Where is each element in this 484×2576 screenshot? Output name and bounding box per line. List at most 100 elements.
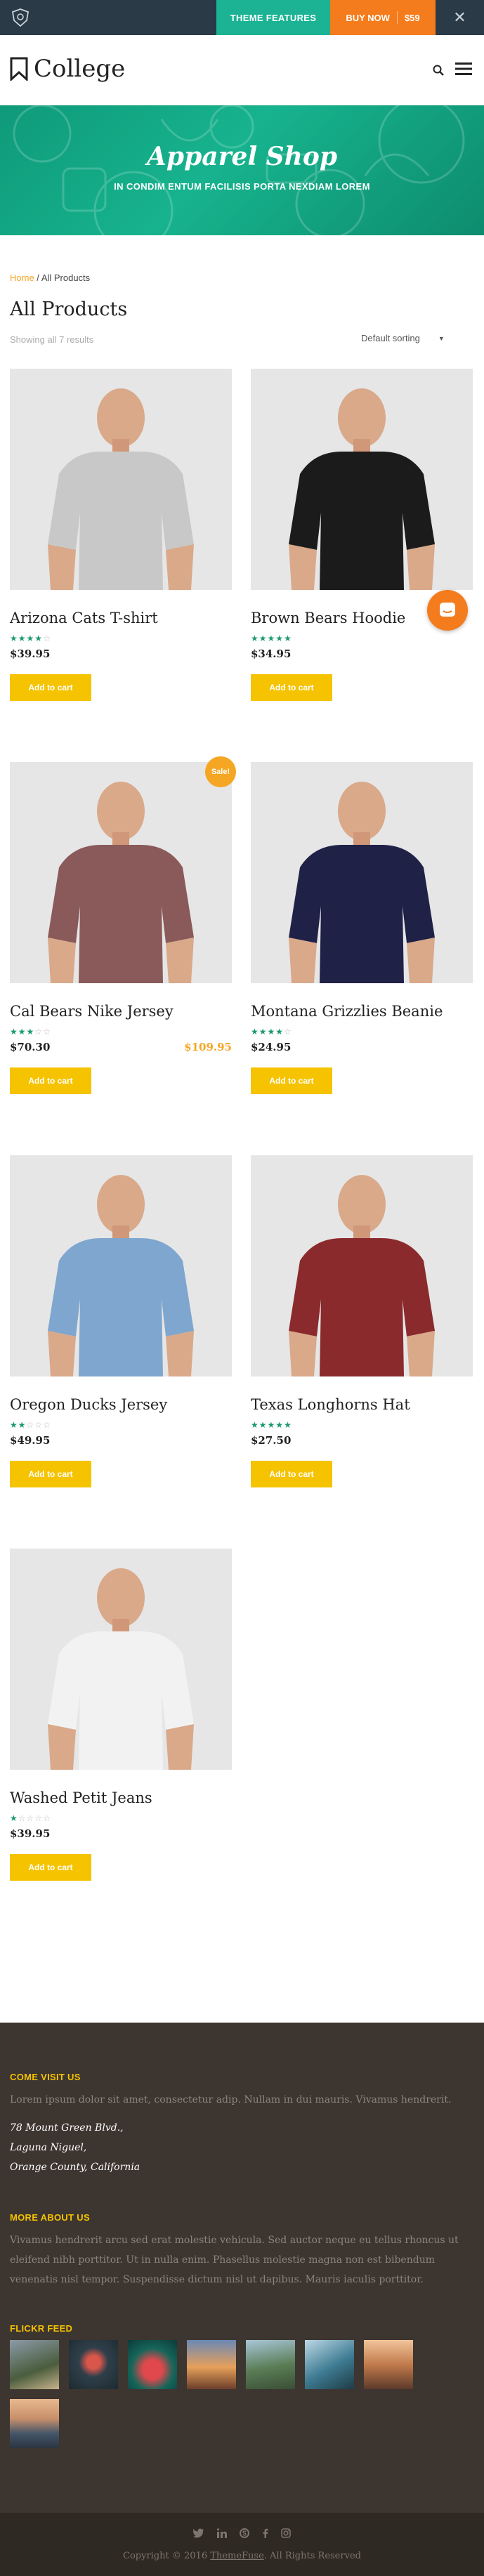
add-to-cart-button[interactable]: Add to cart	[251, 1067, 332, 1094]
product-image[interactable]	[10, 1155, 232, 1376]
copyright-suffix: . All Rights Reserved	[263, 2551, 361, 2561]
facebook-icon[interactable]	[262, 2528, 268, 2538]
page-hero-banner: Apparel Shop IN CONDIM ENTUM FACILISIS P…	[0, 105, 484, 235]
star-filled-icon: ★	[275, 1027, 284, 1037]
product-name[interactable]: Texas Longhorns Hat	[251, 1396, 473, 1413]
product-price: $49.95	[10, 1434, 51, 1447]
site-title: College	[34, 55, 126, 83]
star-filled-icon: ★	[251, 1420, 259, 1430]
product-card[interactable]: Sale! Cal Bears Nike Jersey ★★★☆☆ $70.30 $10…	[10, 756, 236, 1094]
product-price: $34.95	[251, 648, 292, 660]
flickr-photo[interactable]	[10, 2399, 59, 2448]
product-image[interactable]	[251, 369, 473, 590]
star-filled-icon: ★	[18, 633, 27, 643]
bookmark-icon	[10, 57, 28, 81]
skype-icon[interactable]	[240, 2528, 249, 2538]
product-price-row: $27.50	[251, 1434, 473, 1447]
hamburger-menu-icon[interactable]	[455, 62, 472, 76]
instagram-icon[interactable]	[281, 2528, 291, 2538]
add-to-cart-button[interactable]: Add to cart	[10, 674, 91, 701]
flickr-photo[interactable]	[128, 2340, 177, 2389]
star-empty-icon: ☆	[34, 1027, 44, 1037]
site-header: College	[0, 35, 484, 105]
add-to-cart-button[interactable]: Add to cart	[10, 1461, 91, 1487]
product-image[interactable]	[251, 762, 473, 983]
star-filled-icon: ★	[18, 1420, 27, 1430]
site-logo[interactable]: College	[10, 55, 125, 83]
star-rating: ★★★★★	[251, 1420, 473, 1430]
star-filled-icon: ★	[10, 1027, 18, 1037]
product-regular-price: $109.95	[184, 1041, 232, 1053]
product-card[interactable]: Washed Petit Jeans ★☆☆☆☆ $39.95 Add to cart	[10, 1549, 232, 1881]
product-price-row: $49.95	[10, 1434, 232, 1447]
product-card[interactable]: Texas Longhorns Hat ★★★★★ $27.50 Add to car…	[251, 1155, 473, 1487]
hero-title: Apparel Shop	[146, 142, 338, 171]
breadcrumb-separator: /	[34, 272, 41, 283]
product-name[interactable]: Cal Bears Nike Jersey	[10, 1003, 232, 1020]
product-name[interactable]: Oregon Ducks Jersey	[10, 1396, 232, 1413]
flickr-photo[interactable]	[10, 2340, 59, 2389]
divider	[396, 11, 398, 24]
footer-visit-text: Lorem ipsum dolor sit amet, consectetur …	[10, 2094, 452, 2105]
flickr-photo[interactable]	[305, 2340, 354, 2389]
twitter-icon[interactable]	[193, 2528, 204, 2538]
product-price: $27.50	[251, 1434, 292, 1447]
flickr-photo[interactable]	[364, 2340, 413, 2389]
star-filled-icon: ★	[259, 1027, 268, 1037]
flickr-photo[interactable]	[69, 2340, 118, 2389]
star-filled-icon: ★	[10, 1420, 18, 1430]
star-empty-icon: ☆	[34, 1813, 44, 1823]
buy-now-button[interactable]: BUY NOW $59	[330, 0, 436, 35]
product-name[interactable]: Montana Grizzlies Beanie	[251, 1003, 473, 1020]
product-price-row: $39.95	[10, 648, 232, 660]
sorting-select[interactable]: Default sorting ▼	[361, 333, 445, 344]
product-card[interactable]: Arizona Cats T-shirt ★★★★☆ $39.95 Add to ca…	[10, 369, 232, 701]
product-image[interactable]	[251, 1155, 473, 1376]
linkedin-icon[interactable]	[217, 2528, 227, 2538]
star-filled-icon: ★	[259, 633, 268, 643]
star-rating: ★★★★☆	[251, 1027, 473, 1037]
star-empty-icon: ☆	[26, 1813, 35, 1823]
close-icon[interactable]: ✕	[436, 0, 484, 35]
flickr-gallery	[10, 2340, 459, 2448]
shield-logo-icon[interactable]	[11, 8, 30, 27]
product-price: $39.95	[10, 1827, 51, 1840]
sorting-selected-value: Default sorting	[361, 333, 420, 343]
star-filled-icon: ★	[34, 633, 44, 643]
star-empty-icon: ☆	[26, 1420, 35, 1430]
add-to-cart-button[interactable]: Add to cart	[10, 1067, 91, 1094]
product-image[interactable]	[10, 1549, 232, 1770]
product-name[interactable]: Washed Petit Jeans	[10, 1789, 232, 1806]
star-filled-icon: ★	[10, 633, 18, 643]
product-image[interactable]	[10, 762, 232, 983]
copyright-brand-link[interactable]: ThemeFuse	[210, 2551, 264, 2561]
product-card[interactable]: Oregon Ducks Jersey ★★☆☆☆ $49.95 Add to car…	[10, 1155, 232, 1487]
product-name[interactable]: Arizona Cats T-shirt	[10, 610, 232, 626]
product-price-row: $70.30 $109.95	[10, 1041, 232, 1053]
theme-features-button[interactable]: THEME FEATURES	[216, 0, 330, 35]
add-to-cart-button[interactable]: Add to cart	[10, 1854, 91, 1881]
flickr-photo[interactable]	[187, 2340, 236, 2389]
star-empty-icon: ☆	[43, 1027, 51, 1037]
star-empty-icon: ☆	[284, 1027, 292, 1037]
add-to-cart-button[interactable]: Add to cart	[251, 1461, 332, 1487]
star-empty-icon: ☆	[18, 1813, 27, 1823]
star-filled-icon: ★	[275, 1420, 284, 1430]
product-image[interactable]	[10, 369, 232, 590]
flickr-photo[interactable]	[246, 2340, 295, 2389]
address-line: Laguna Niguel,	[10, 2142, 87, 2153]
add-to-cart-button[interactable]: Add to cart	[251, 674, 332, 701]
chat-button[interactable]	[427, 590, 468, 631]
product-price: $24.95	[251, 1041, 292, 1053]
chevron-down-icon: ▼	[438, 335, 445, 342]
footer-about-text: Vivamus hendrerit arcu sed erat molestie…	[10, 2235, 459, 2285]
star-filled-icon: ★	[18, 1027, 27, 1037]
promo-topbar: THEME FEATURES BUY NOW $59 ✕	[0, 0, 484, 35]
star-rating: ★☆☆☆☆	[10, 1813, 232, 1823]
search-icon[interactable]	[433, 65, 444, 76]
breadcrumb-home-link[interactable]: Home	[10, 272, 34, 283]
breadcrumb: Home / All Products	[10, 272, 90, 283]
product-card[interactable]: Brown Bears Hoodie ★★★★★ $34.95 Add to cart	[251, 369, 473, 701]
product-card[interactable]: Montana Grizzlies Beanie ★★★★☆ $24.95 Add t…	[251, 762, 473, 1094]
star-filled-icon: ★	[26, 1027, 35, 1037]
